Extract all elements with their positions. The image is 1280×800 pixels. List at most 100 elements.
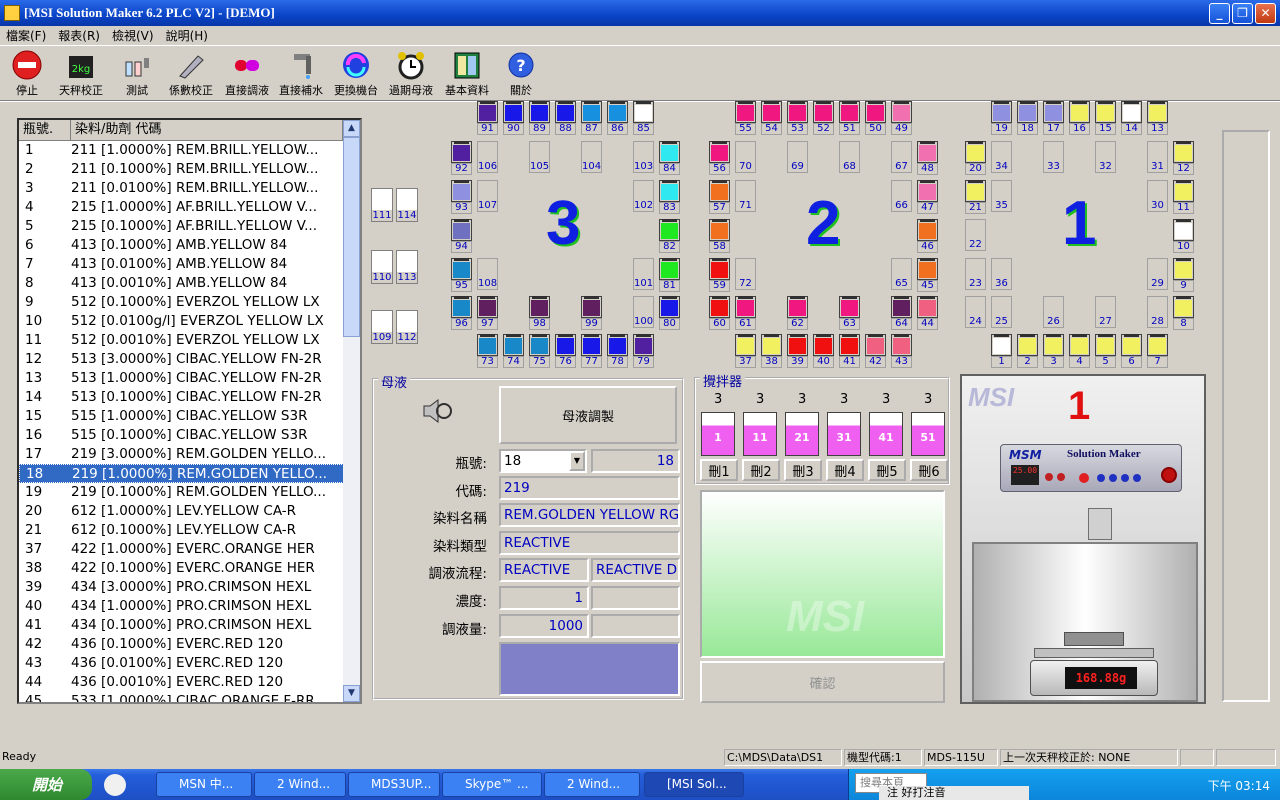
empty-slot-26[interactable]: 26 bbox=[1043, 296, 1064, 328]
list-item[interactable]: 3 211 [0.0100%] REM.BRILL.YELLOW... bbox=[19, 179, 360, 198]
slot-112[interactable]: 112 bbox=[396, 310, 418, 344]
bottle-7[interactable] bbox=[1147, 334, 1168, 356]
empty-slot-104[interactable]: 104 bbox=[581, 141, 602, 173]
bottle-38[interactable] bbox=[761, 334, 782, 356]
bottle-76[interactable] bbox=[555, 334, 576, 356]
bottle-60[interactable] bbox=[709, 296, 730, 318]
quick-launch-icon[interactable] bbox=[104, 774, 126, 796]
empty-slot-27[interactable]: 27 bbox=[1095, 296, 1116, 328]
bottle-16[interactable] bbox=[1069, 101, 1090, 123]
empty-slot-69[interactable]: 69 bbox=[787, 141, 808, 173]
bottle-6[interactable] bbox=[1121, 334, 1142, 356]
mixer-cup[interactable]: 21 bbox=[785, 412, 819, 456]
empty-slot-101[interactable]: 101 bbox=[633, 258, 654, 290]
bottle-39[interactable] bbox=[787, 334, 808, 356]
list-item[interactable]: 43 436 [0.0100%] EVERC.RED 120 bbox=[19, 654, 360, 673]
bottle-99[interactable] bbox=[581, 296, 602, 318]
delete-cup-button[interactable]: 刪2 bbox=[742, 459, 780, 481]
bottle-4[interactable] bbox=[1069, 334, 1090, 356]
empty-slot-23[interactable]: 23 bbox=[965, 258, 986, 290]
bottle-43[interactable] bbox=[891, 334, 912, 356]
delete-cup-button[interactable]: 刪5 bbox=[868, 459, 906, 481]
bottle-37[interactable] bbox=[735, 334, 756, 356]
empty-slot-33[interactable]: 33 bbox=[1043, 141, 1064, 173]
bottle-10[interactable] bbox=[1173, 219, 1194, 241]
list-item[interactable]: 41 434 [0.1000%] PRO.CRIMSON HEXL bbox=[19, 616, 360, 635]
bottle-92[interactable] bbox=[451, 141, 472, 163]
bottle-42[interactable] bbox=[865, 334, 886, 356]
empty-slot-106[interactable]: 106 bbox=[477, 141, 498, 173]
bottle-44[interactable] bbox=[917, 296, 938, 318]
delete-cup-button[interactable]: 刪4 bbox=[826, 459, 864, 481]
menu-view[interactable]: 檢視(V) bbox=[112, 27, 154, 44]
change-machine-button[interactable]: 更換機台 bbox=[333, 49, 379, 99]
bottle-61[interactable] bbox=[735, 296, 756, 318]
bottle-48[interactable] bbox=[917, 141, 938, 163]
slot-113[interactable]: 113 bbox=[396, 250, 418, 284]
about-button[interactable]: ? 關於 bbox=[498, 49, 544, 99]
scale-calibration-button[interactable]: 2kg 天秤校正 bbox=[58, 49, 104, 99]
bottle-20[interactable] bbox=[965, 141, 986, 163]
bottle-75[interactable] bbox=[529, 334, 550, 356]
empty-slot-30[interactable]: 30 bbox=[1147, 180, 1168, 212]
taskbar-item-windows-2[interactable]: 2 Wind... bbox=[544, 772, 640, 797]
list-item[interactable]: 16 515 [0.1000%] CIBAC.YELLOW S3R bbox=[19, 426, 360, 445]
empty-slot-22[interactable]: 22 bbox=[965, 219, 986, 251]
bottle-58[interactable] bbox=[709, 219, 730, 241]
mixer-cup[interactable]: 31 bbox=[827, 412, 861, 456]
bottle-55[interactable] bbox=[735, 101, 756, 123]
minimize-button[interactable]: _ bbox=[1209, 3, 1230, 24]
list-item[interactable]: 9 512 [0.1000%] EVERZOL YELLOW LX bbox=[19, 293, 360, 312]
empty-slot-25[interactable]: 25 bbox=[991, 296, 1012, 328]
bottle-90[interactable] bbox=[503, 101, 524, 123]
taskbar-item-skype[interactable]: Skype™ ... bbox=[442, 772, 542, 797]
menu-help[interactable]: 說明(H) bbox=[166, 27, 208, 44]
bottle-83[interactable] bbox=[659, 180, 680, 202]
delete-cup-button[interactable]: 刪6 bbox=[910, 459, 948, 481]
bottle-88[interactable] bbox=[555, 101, 576, 123]
empty-slot-24[interactable]: 24 bbox=[965, 296, 986, 328]
slot-109[interactable]: 109 bbox=[371, 310, 393, 344]
bottle-46[interactable] bbox=[917, 219, 938, 241]
bottle-12[interactable] bbox=[1173, 141, 1194, 163]
scroll-up-arrow[interactable]: ▲ bbox=[343, 120, 360, 137]
bottle-93[interactable] bbox=[451, 180, 472, 202]
empty-slot-35[interactable]: 35 bbox=[991, 180, 1012, 212]
bottle-89[interactable] bbox=[529, 101, 550, 123]
bottle-77[interactable] bbox=[581, 334, 602, 356]
bottle-45[interactable] bbox=[917, 258, 938, 280]
bottle-19[interactable] bbox=[991, 101, 1012, 123]
empty-slot-100[interactable]: 100 bbox=[633, 296, 654, 328]
bottle-8[interactable] bbox=[1173, 296, 1194, 318]
list-item[interactable]: 15 515 [1.0000%] CIBAC.YELLOW S3R bbox=[19, 407, 360, 426]
bottle-85[interactable] bbox=[633, 101, 654, 123]
bottle-64[interactable] bbox=[891, 296, 912, 318]
speaker-icon[interactable] bbox=[420, 396, 456, 429]
bottle-2[interactable] bbox=[1017, 334, 1038, 356]
bottle-select[interactable]: 18 ▼ bbox=[499, 449, 587, 473]
test-button[interactable]: 測試 bbox=[114, 49, 160, 99]
confirm-button[interactable]: 確認 bbox=[700, 661, 945, 703]
bottle-47[interactable] bbox=[917, 180, 938, 202]
mixer-cup[interactable]: 41 bbox=[869, 412, 903, 456]
chevron-down-icon[interactable]: ▼ bbox=[569, 451, 585, 471]
empty-slot-108[interactable]: 108 bbox=[477, 258, 498, 290]
bottle-13[interactable] bbox=[1147, 101, 1168, 123]
bottle-94[interactable] bbox=[451, 219, 472, 241]
bottle-5[interactable] bbox=[1095, 334, 1116, 356]
bottle-63[interactable] bbox=[839, 296, 860, 318]
list-item[interactable]: 40 434 [1.0000%] PRO.CRIMSON HEXL bbox=[19, 597, 360, 616]
list-item[interactable]: 12 513 [3.0000%] CIBAC.YELLOW FN-2R bbox=[19, 350, 360, 369]
mixer-cup[interactable]: 51 bbox=[911, 412, 945, 456]
list-item[interactable]: 8 413 [0.0010%] AMB.YELLOW 84 bbox=[19, 274, 360, 293]
list-item[interactable]: 10 512 [0.0100g/l] EVERZOL YELLOW LX bbox=[19, 312, 360, 331]
slot-110[interactable]: 110 bbox=[371, 250, 393, 284]
slot-111[interactable]: 111 bbox=[371, 188, 393, 222]
bottle-73[interactable] bbox=[477, 334, 498, 356]
list-item[interactable]: 6 413 [0.1000%] AMB.YELLOW 84 bbox=[19, 236, 360, 255]
empty-slot-68[interactable]: 68 bbox=[839, 141, 860, 173]
bottle-59[interactable] bbox=[709, 258, 730, 280]
bottle-78[interactable] bbox=[607, 334, 628, 356]
empty-slot-32[interactable]: 32 bbox=[1095, 141, 1116, 173]
bottle-56[interactable] bbox=[709, 141, 730, 163]
